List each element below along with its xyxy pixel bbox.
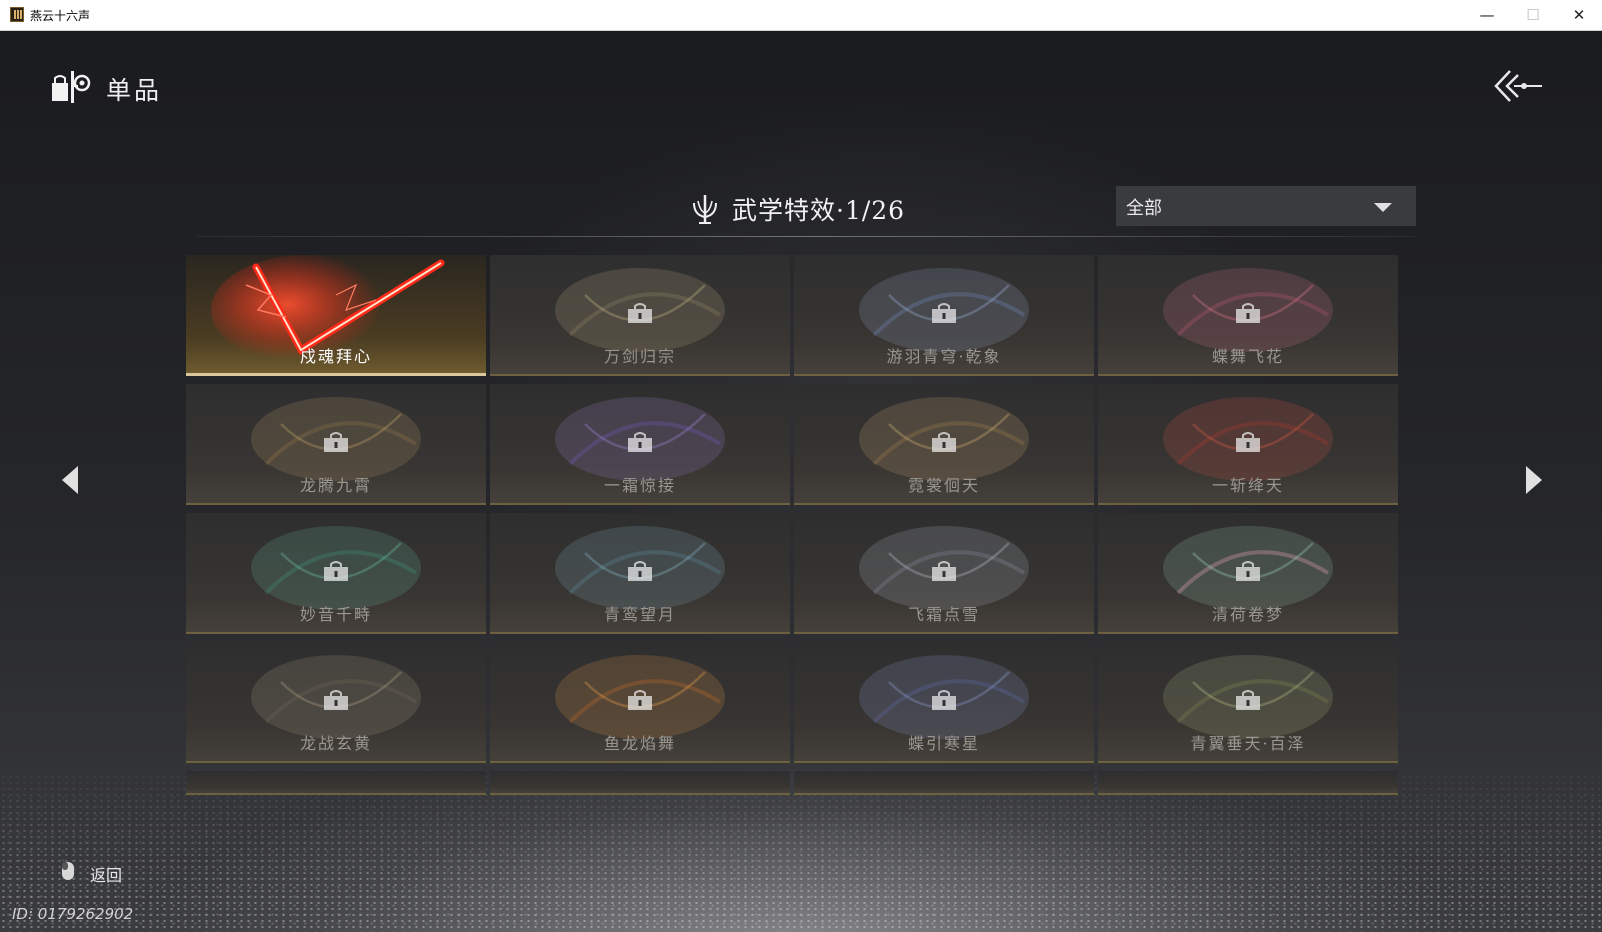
effect-card[interactable]: 青鸾望月 <box>490 513 790 634</box>
minimize-button[interactable]: — <box>1464 0 1510 30</box>
window-title: 燕云十六声 <box>30 9 91 23</box>
effect-card[interactable]: 龙战玄黄 <box>186 642 486 763</box>
window-titlebar: 燕云十六声 — ☐ ✕ <box>0 0 1602 31</box>
effect-name: 蝶舞飞花 <box>1211 347 1284 366</box>
effect-card-partial[interactable] <box>794 771 1094 795</box>
effect-name: 万剑归宗 <box>603 347 676 366</box>
effects-grid: 戍魂拜心 万剑归宗 游羽青穹·乾象 蝶舞飞花 龙腾九霄 一霜惊接 霓裳佪天 一斩绛天 妙音千畤青… <box>186 255 1416 845</box>
effect-name: 一斩绛天 <box>1211 476 1284 495</box>
header-divider <box>197 236 1415 237</box>
effect-card-partial[interactable] <box>1098 771 1398 795</box>
effect-card-partial[interactable] <box>186 771 486 795</box>
lock-icon <box>628 303 652 323</box>
lock-icon <box>932 561 956 581</box>
effect-name: 霓裳佪天 <box>907 476 980 495</box>
lock-icon <box>628 432 652 452</box>
item-shop-icon <box>52 71 91 103</box>
effect-card[interactable]: 鱼龙焰舞 <box>490 642 790 763</box>
double-chevron-back-icon[interactable] <box>1494 69 1544 103</box>
effect-name: 蝶引寒星 <box>907 734 980 753</box>
category-filter-dropdown[interactable]: 全部 <box>1116 186 1416 226</box>
effect-card[interactable]: 万剑归宗 <box>490 255 790 376</box>
effect-card[interactable]: 龙腾九霄 <box>186 384 486 505</box>
effect-name: 鱼龙焰舞 <box>603 734 676 753</box>
effect-card[interactable]: 妙音千畤 <box>186 513 486 634</box>
chevron-down-icon <box>1374 203 1392 212</box>
lock-icon <box>1236 690 1260 710</box>
effect-card[interactable]: 清荷卷梦 <box>1098 513 1398 634</box>
effect-name: 一霜惊接 <box>603 476 676 495</box>
section-title: 单品 <box>106 76 163 105</box>
lock-icon <box>932 303 956 323</box>
mouse-icon <box>62 862 74 880</box>
effect-name: 游羽青穹·乾象 <box>886 347 1002 366</box>
effect-name: 龙战玄黄 <box>299 734 372 753</box>
effect-name: 青鸾望月 <box>603 605 676 624</box>
lock-icon <box>628 690 652 710</box>
user-id: ID: 0179262902 <box>12 905 134 923</box>
lock-icon <box>324 432 348 452</box>
martial-effect-icon <box>693 195 717 224</box>
previous-page-arrow-icon[interactable] <box>58 463 84 497</box>
effect-name: 龙腾九霄 <box>299 476 372 495</box>
lock-icon <box>1236 303 1260 323</box>
effect-card[interactable]: 青翼垂天·百泽 <box>1098 642 1398 763</box>
effect-name: 妙音千畤 <box>299 605 372 624</box>
lock-icon <box>932 690 956 710</box>
lock-icon <box>324 561 348 581</box>
effect-card[interactable]: 霓裳佪天 <box>794 384 1094 505</box>
lock-icon <box>628 561 652 581</box>
effect-card[interactable]: 一斩绛天 <box>1098 384 1398 505</box>
app-icon <box>10 7 24 22</box>
effect-card[interactable]: 蝶舞飞花 <box>1098 255 1398 376</box>
effect-name: 清荷卷梦 <box>1211 605 1284 624</box>
effect-card[interactable]: 蝶引寒星 <box>794 642 1094 763</box>
effect-card[interactable]: 飞霜点雪 <box>794 513 1094 634</box>
effect-card[interactable]: 一霜惊接 <box>490 384 790 505</box>
back-label: 返回 <box>90 866 123 885</box>
maximize-button[interactable]: ☐ <box>1510 0 1556 30</box>
lock-icon <box>1236 561 1260 581</box>
effect-card[interactable]: 戍魂拜心 <box>186 255 486 376</box>
filter-selected-value: 全部 <box>1126 198 1162 219</box>
effect-card[interactable]: 游羽青穹·乾象 <box>794 255 1094 376</box>
effect-name: 戍魂拜心 <box>299 347 372 366</box>
close-button[interactable]: ✕ <box>1556 0 1602 30</box>
category-title: 武学特效·1/26 <box>732 196 906 225</box>
effect-card-partial[interactable] <box>490 771 790 795</box>
game-screen: 单品 武学特效·1/26 全部 戍魂拜心 万剑归宗 游羽青穹·乾象 蝶舞飞花龙腾九霄 一… <box>0 31 1602 932</box>
effect-name: 飞霜点雪 <box>907 605 980 624</box>
next-page-arrow-icon[interactable] <box>1520 463 1546 497</box>
lock-icon <box>1236 432 1260 452</box>
lock-icon <box>324 690 348 710</box>
lock-icon <box>932 432 956 452</box>
effect-name: 青翼垂天·百泽 <box>1190 734 1306 753</box>
